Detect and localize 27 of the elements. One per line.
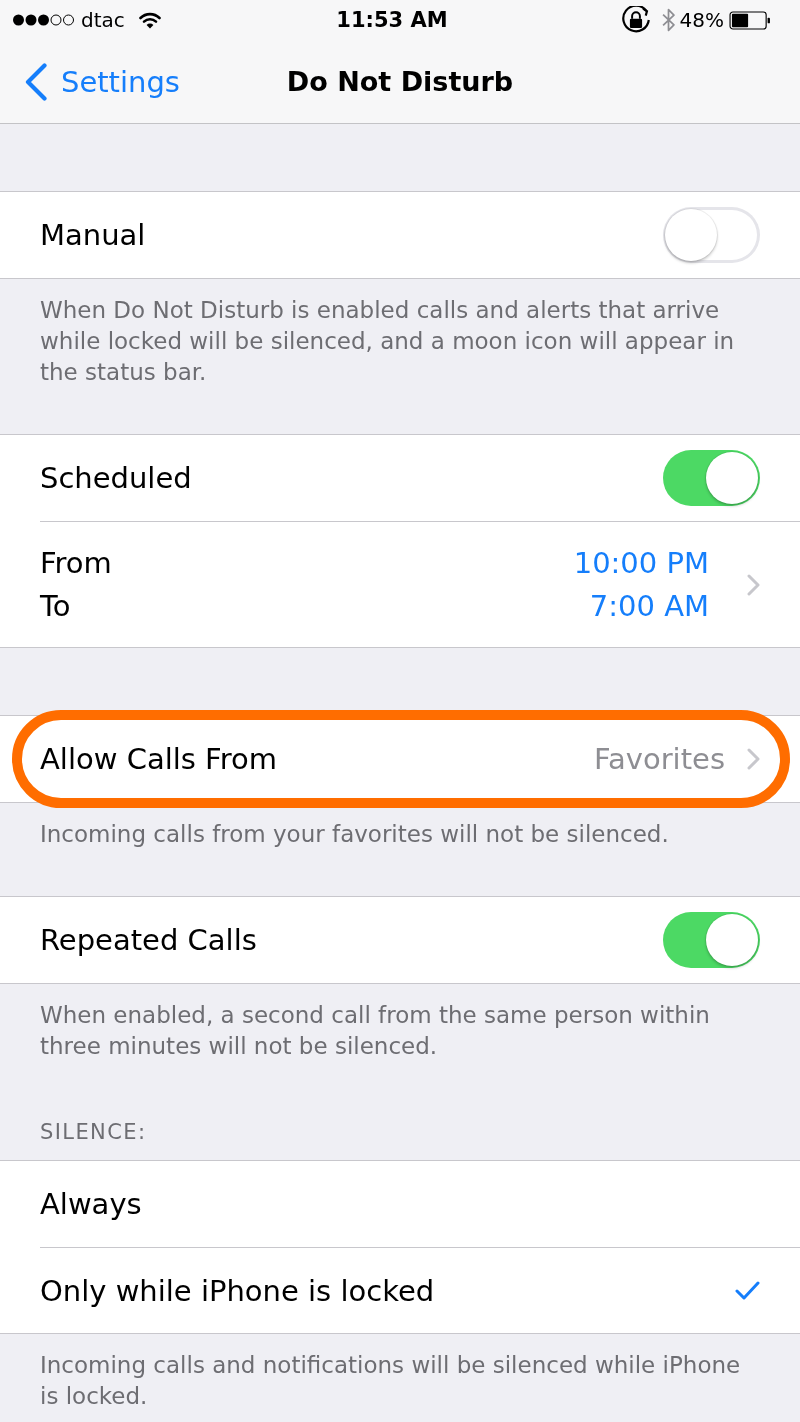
footer-text: Incoming calls and notifications will be silenced while iPhone is locked. <box>40 1351 742 1411</box>
row-label: Manual <box>40 218 147 252</box>
row-label: Scheduled <box>40 461 193 495</box>
footer-text: Incoming calls from your favorites will not be silenced. <box>40 820 670 849</box>
battery-percentage: 48% <box>679 8 724 32</box>
footer-text: When enabled, a second call from the same person within three minutes will not be silenced. <box>40 1001 711 1061</box>
status-time: 11:53 AM <box>336 8 448 32</box>
signal-strength-icon <box>13 14 75 26</box>
row-value: Favorites <box>594 742 725 776</box>
toggle-switch[interactable] <box>663 450 760 506</box>
carrier-name: dtac <box>81 8 125 32</box>
rotation-lock-icon <box>621 6 650 34</box>
nav-title: Do Not Disturb <box>286 66 514 97</box>
back-button[interactable]: Settings <box>24 62 180 101</box>
chevron-right-icon <box>747 573 760 596</box>
footer-text: When Do Not Disturb is enabled calls and alerts that arrive while locked will be silenced, and a moon icon will appear in the status bar. <box>40 296 736 387</box>
bluetooth-icon <box>661 8 675 32</box>
toggle-switch[interactable] <box>663 207 760 263</box>
chevron-left-icon[interactable] <box>24 62 48 101</box>
toggle-switch[interactable] <box>663 912 760 968</box>
time-value: 10:00 PM <box>573 544 709 582</box>
chevron-right-icon <box>747 748 760 770</box>
time-value: 7:00 AM <box>589 587 709 625</box>
section-header: SILENCE: <box>40 1120 147 1144</box>
battery-icon <box>729 10 771 30</box>
wifi-icon <box>138 11 161 29</box>
row-label: Repeated Calls <box>40 923 258 957</box>
